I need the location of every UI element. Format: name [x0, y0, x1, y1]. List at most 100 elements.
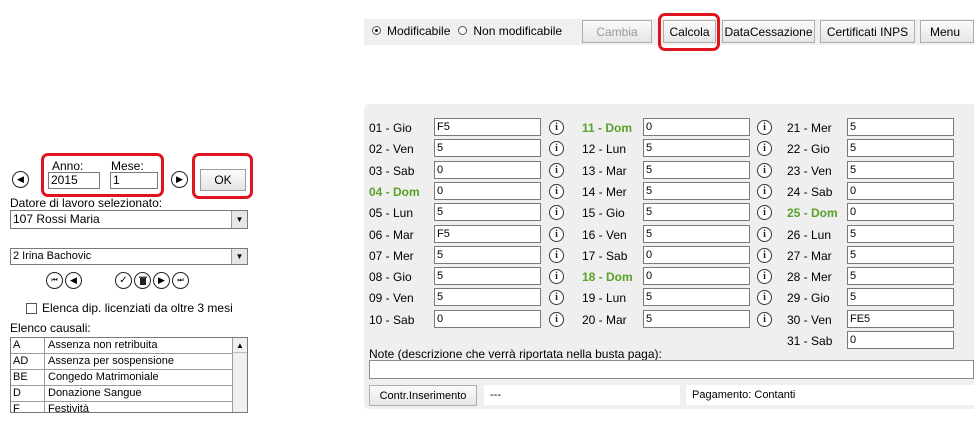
day-value-input[interactable]: F5	[434, 118, 541, 136]
info-icon[interactable]: i	[549, 184, 564, 199]
elenca-checkbox-row: Elenca dip. licenziati da oltre 3 mesi	[26, 301, 233, 315]
day-value-input[interactable]: 5	[643, 203, 750, 221]
radio-modificabile[interactable]	[372, 25, 381, 35]
day-value-input[interactable]: 5	[643, 288, 750, 306]
info-icon[interactable]: i	[757, 227, 772, 242]
info-icon[interactable]: i	[549, 205, 564, 220]
causale-row[interactable]: AD Assenza per sospensione	[11, 354, 247, 370]
last-record-icon[interactable]: ⏭	[172, 272, 189, 289]
calcola-button[interactable]: Calcola	[663, 20, 716, 43]
info-icon[interactable]: i	[549, 290, 564, 305]
radio-non-modificabile[interactable]	[458, 25, 468, 35]
causali-scrollbar[interactable]: ▲	[232, 338, 247, 412]
day-label: 03 - Sab	[369, 164, 415, 178]
day-label: 07 - Mer	[369, 249, 414, 263]
day-value-input[interactable]: 5	[643, 225, 750, 243]
next-record-icon[interactable]: ▶	[153, 272, 170, 289]
info-icon[interactable]: i	[549, 248, 564, 263]
day-label: 25 - Dom	[787, 206, 838, 220]
day-label: 26 - Lun	[787, 228, 832, 242]
causale-desc: Donazione Sangue	[48, 387, 142, 399]
day-value-input[interactable]: 0	[434, 310, 541, 328]
day-value-input[interactable]: 5	[434, 288, 541, 306]
day-value-input[interactable]: 5	[847, 225, 954, 243]
info-icon[interactable]: i	[757, 269, 772, 284]
causale-row[interactable]: BE Congedo Matrimoniale	[11, 370, 247, 386]
info-icon[interactable]: i	[757, 312, 772, 327]
day-value-input[interactable]: 0	[847, 203, 954, 221]
info-icon[interactable]: i	[549, 163, 564, 178]
day-value-input[interactable]: 0	[847, 182, 954, 200]
elenca-checkbox[interactable]	[26, 302, 37, 314]
day-value-input[interactable]: 5	[643, 139, 750, 157]
causale-row[interactable]: F Festività	[11, 402, 247, 413]
note-input[interactable]	[369, 360, 974, 379]
info-icon[interactable]: i	[549, 120, 564, 135]
dipendente-select[interactable]: 2 Irina Bachovic ▼	[10, 248, 248, 265]
edit-mode-radio-group: Modificabile Non modificabile	[372, 24, 562, 38]
next-month-icon[interactable]: ▶	[171, 171, 188, 188]
chevron-down-icon[interactable]: ▼	[231, 211, 247, 228]
causale-row[interactable]: D Donazione Sangue	[11, 386, 247, 402]
day-value-input[interactable]: 5	[434, 139, 541, 157]
day-value-input[interactable]: 0	[434, 182, 541, 200]
info-icon[interactable]: i	[757, 184, 772, 199]
day-value-input[interactable]: 5	[847, 118, 954, 136]
day-value-input[interactable]: 5	[847, 139, 954, 157]
datore-select[interactable]: 107 Rossi Maria ▼	[10, 210, 248, 229]
day-label: 01 - Gio	[369, 121, 412, 135]
ok-button[interactable]: OK	[200, 169, 246, 191]
info-icon[interactable]: i	[757, 248, 772, 263]
day-value-input[interactable]: F5	[434, 225, 541, 243]
day-value-input[interactable]: 0	[434, 161, 541, 179]
confirm-check-icon[interactable]: ✓	[115, 272, 132, 289]
info-icon[interactable]: i	[549, 227, 564, 242]
delete-trash-icon[interactable]	[134, 272, 151, 289]
info-icon[interactable]: i	[757, 205, 772, 220]
day-value-input[interactable]: 5	[434, 246, 541, 264]
cambia-button[interactable]: Cambia	[582, 20, 652, 43]
anno-input[interactable]: 2015	[48, 172, 100, 189]
day-value-input[interactable]: 5	[434, 203, 541, 221]
day-label: 28 - Mer	[787, 270, 832, 284]
day-value-input[interactable]: 5	[847, 267, 954, 285]
causali-list[interactable]: A Assenza non retribuita AD Assenza per sos…	[10, 337, 248, 413]
day-value-input[interactable]: 5	[847, 246, 954, 264]
prev-record-icon[interactable]: ◀	[65, 272, 82, 289]
mese-input[interactable]: 1	[110, 172, 158, 189]
first-record-icon[interactable]: ⏮	[46, 272, 63, 289]
info-icon[interactable]: i	[549, 312, 564, 327]
mese-label: Mese:	[111, 159, 144, 173]
chevron-up-icon[interactable]: ▲	[233, 338, 247, 353]
day-value-input[interactable]: 5	[643, 161, 750, 179]
datore-label: Datore di lavoro selezionato:	[10, 196, 163, 210]
prev-month-icon[interactable]: ◀	[12, 171, 29, 188]
day-value-input[interactable]: 0	[643, 118, 750, 136]
info-icon[interactable]: i	[757, 290, 772, 305]
info-icon[interactable]: i	[757, 163, 772, 178]
certificati-inps-button[interactable]: Certificati INPS	[820, 20, 915, 43]
day-label: 20 - Mar	[582, 313, 627, 327]
day-value-input[interactable]: 5	[643, 182, 750, 200]
day-value-input[interactable]: 5	[847, 288, 954, 306]
causale-row[interactable]: A Assenza non retribuita	[11, 338, 247, 354]
day-value-input[interactable]: 5	[434, 267, 541, 285]
info-icon[interactable]: i	[757, 120, 772, 135]
day-label: 08 - Gio	[369, 270, 412, 284]
causale-desc: Festività	[48, 403, 89, 413]
day-value-input[interactable]: 0	[643, 246, 750, 264]
contr-inserimento-button[interactable]: Contr.Inserimento	[369, 385, 477, 406]
info-icon[interactable]: i	[549, 141, 564, 156]
day-value-input[interactable]: 5	[847, 161, 954, 179]
info-icon[interactable]: i	[549, 269, 564, 284]
day-value-input[interactable]: 0	[643, 267, 750, 285]
chevron-down-icon[interactable]: ▼	[231, 249, 247, 264]
info-icon[interactable]: i	[757, 141, 772, 156]
anno-label: Anno:	[52, 159, 84, 173]
menu-button[interactable]: Menu	[920, 20, 974, 43]
day-value-input[interactable]: 0	[847, 331, 954, 349]
day-label: 22 - Gio	[787, 142, 830, 156]
day-value-input[interactable]: 5	[643, 310, 750, 328]
day-value-input[interactable]: FE5	[847, 310, 954, 328]
data-cessazione-button[interactable]: DataCessazione	[722, 20, 815, 43]
